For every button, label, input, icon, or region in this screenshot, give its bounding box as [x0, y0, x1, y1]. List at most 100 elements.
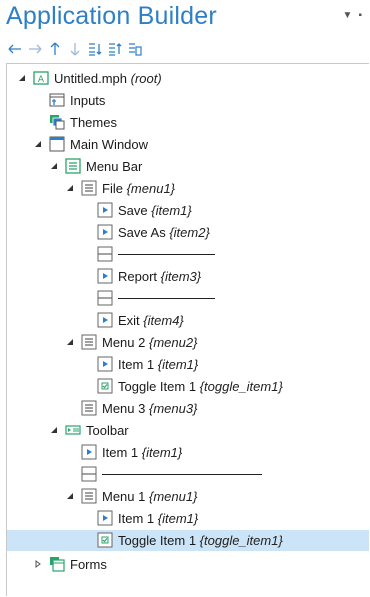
toggle-item-icon: [97, 378, 113, 394]
menu-icon: [81, 400, 97, 416]
tree-node-label: Forms: [70, 557, 107, 572]
tree-node-tag: {item1}: [141, 445, 183, 460]
tree-node-label: Inputs: [70, 93, 106, 108]
tree-node-save-as[interactable]: Save As {item2}: [7, 222, 369, 243]
separator-line: [118, 254, 215, 255]
menu-item-icon: [97, 202, 113, 218]
menu-item-icon: [81, 444, 97, 460]
tree-node-label: Exit: [118, 313, 140, 328]
tree-node-separator[interactable]: [7, 244, 369, 265]
app-builder-title: Application Builder: [6, 2, 217, 30]
separator-icon: [81, 466, 97, 482]
separator-icon: [97, 246, 113, 262]
separator-line: [118, 298, 215, 299]
tree-node-label: Toggle Item 1: [118, 533, 197, 548]
tree-settings-icon[interactable]: [126, 41, 144, 57]
svg-text:A: A: [38, 75, 45, 85]
tree-node-themes[interactable]: Themes: [7, 112, 369, 133]
tree-node-forms[interactable]: Forms: [7, 554, 369, 575]
tree-node-menu-bar[interactable]: Menu Bar: [7, 156, 369, 177]
tree-node-save[interactable]: Save {item1}: [7, 200, 369, 221]
tree-node-toolbar-menu1-item1[interactable]: Item 1 {item1}: [7, 508, 369, 529]
tree-node-separator[interactable]: [7, 288, 369, 309]
collapse-arrow-icon[interactable]: [65, 337, 75, 347]
builder-toolbar: [6, 40, 146, 58]
tree-node-tag: {item3}: [160, 269, 202, 284]
tree-node-tag: {item2}: [169, 225, 210, 240]
collapse-arrow-icon[interactable]: [49, 425, 59, 435]
tree-node-label: Item 1: [118, 511, 155, 526]
tree-node-toolbar[interactable]: Toolbar: [7, 420, 369, 441]
model-tree-panel: A Untitled.mph (root) Inputs Themes Main…: [6, 63, 369, 596]
tree-expand-icon[interactable]: [86, 41, 104, 57]
menu-item-icon: [97, 510, 113, 526]
tree-node-tag: {menu3}: [149, 401, 198, 416]
tree-node-label: Untitled.mph: [54, 71, 127, 86]
forward-arrow-icon[interactable]: [26, 41, 44, 57]
tree-node-label: Menu Bar: [86, 159, 143, 174]
collapse-arrow-icon[interactable]: [49, 161, 59, 171]
expand-arrow-icon[interactable]: [33, 559, 43, 569]
tree-node-file-menu[interactable]: File {menu1}: [7, 178, 369, 199]
collapse-arrow-icon[interactable]: [17, 73, 27, 83]
tree-node-report[interactable]: Report {item3}: [7, 266, 369, 287]
tree-node-label: Save As: [118, 225, 166, 240]
toggle-item-icon: [97, 532, 113, 548]
tree-node-menu-2[interactable]: Menu 2 {menu2}: [7, 332, 369, 353]
tree-node-toolbar-menu1-toggle-item1[interactable]: Toggle Item 1 {toggle_item1}: [7, 530, 369, 551]
window-controls: ▼ ▪: [337, 10, 362, 21]
menu-item-icon: [97, 356, 113, 372]
tree-node-label: Item 1: [118, 357, 155, 372]
tree-node-tag: {item4}: [143, 313, 184, 328]
tree-node-exit[interactable]: Exit {item4}: [7, 310, 369, 331]
tree-node-separator[interactable]: [7, 464, 369, 485]
tree-node-tag: {item1}: [157, 357, 199, 372]
tree-node-label: Menu 3: [102, 401, 146, 416]
separator-icon: [97, 290, 113, 306]
tree-node-menu2-toggle-item1[interactable]: Toggle Item 1 {toggle_item1}: [7, 376, 369, 397]
tree-node-label: Menu 1: [102, 489, 146, 504]
close-icon[interactable]: ▪: [358, 10, 362, 21]
menu-item-icon: [97, 224, 113, 240]
tree-node-tag: {item1}: [151, 203, 192, 218]
tree-node-tag: {menu2}: [149, 335, 198, 350]
tree-node-tag: {toggle_item1}: [199, 379, 283, 394]
tree-node-label: Toggle Item 1: [118, 379, 197, 394]
main-window-icon: [49, 136, 65, 152]
tree-node-menu2-item1[interactable]: Item 1 {item1}: [7, 354, 369, 375]
tree-node-main-window[interactable]: Main Window: [7, 134, 369, 155]
tree-node-tag: {item1}: [157, 511, 199, 526]
menu-icon: [81, 334, 97, 350]
separator-line: [102, 474, 262, 475]
menu-bar-icon: [65, 158, 81, 174]
move-down-icon[interactable]: [66, 41, 84, 57]
tree-node-tag: {menu1}: [126, 181, 176, 196]
collapse-arrow-icon[interactable]: [65, 183, 75, 193]
tree-node-label: Menu 2: [102, 335, 146, 350]
tree-node-label: Main Window: [70, 137, 149, 152]
menu-icon: [81, 488, 97, 504]
pin-icon[interactable]: ▼: [343, 10, 353, 21]
tree-node-tag: {menu1}: [149, 489, 198, 504]
collapse-arrow-icon[interactable]: [33, 139, 43, 149]
tree-node-label: Themes: [70, 115, 117, 130]
tree-node-label: Toolbar: [86, 423, 129, 438]
tree-collapse-icon[interactable]: [106, 41, 124, 57]
themes-icon: [49, 114, 65, 130]
back-arrow-icon[interactable]: [6, 41, 24, 57]
inputs-icon: [49, 92, 65, 108]
application-root-icon: A: [33, 70, 49, 86]
tree-node-root[interactable]: A Untitled.mph (root): [7, 68, 369, 89]
tree-node-inputs[interactable]: Inputs: [7, 90, 369, 111]
tree-node-tag: (root): [130, 71, 162, 86]
tree-node-toolbar-menu1[interactable]: Menu 1 {menu1}: [7, 486, 369, 507]
toolbar-icon: [65, 422, 81, 438]
tree-node-label: Item 1: [102, 445, 139, 460]
tree-node-label: Save: [118, 203, 148, 218]
collapse-arrow-icon[interactable]: [65, 491, 75, 501]
tree-node-label: Report: [118, 269, 158, 284]
tree-node-toolbar-item1[interactable]: Item 1 {item1}: [7, 442, 369, 463]
move-up-icon[interactable]: [46, 41, 64, 57]
menu-icon: [81, 180, 97, 196]
tree-node-menu-3[interactable]: Menu 3 {menu3}: [7, 398, 369, 419]
